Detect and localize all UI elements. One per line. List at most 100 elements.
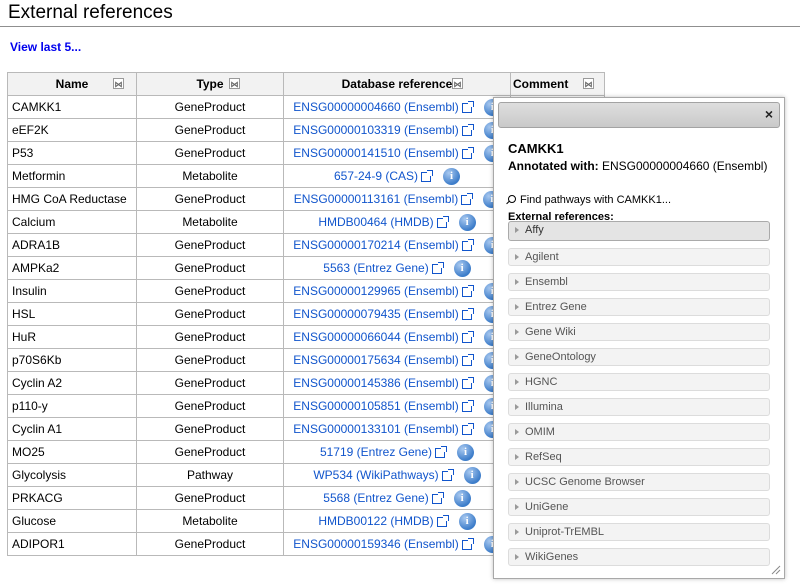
accordion-section-entrez-gene[interactable]: Entrez Gene xyxy=(508,298,770,316)
cell-dbref: ENSG00000113161 (Ensembl) i xyxy=(283,187,511,211)
cell-dbref: ENSG00000170214 (Ensembl)i xyxy=(283,233,511,257)
external-link-icon[interactable] xyxy=(461,538,474,550)
external-link-icon[interactable] xyxy=(461,285,474,297)
annotated-value: ENSG00000004660 (Ensembl) xyxy=(602,159,768,173)
external-link-icon[interactable] xyxy=(436,515,449,527)
find-pathways-label[interactable]: Find pathways with CAMKK1... xyxy=(520,194,671,206)
cell-dbref: ENSG00000159346 (Ensembl)i xyxy=(283,532,511,556)
external-link-icon[interactable] xyxy=(461,354,474,366)
accordion-section-label: Ensembl xyxy=(525,276,568,288)
database-reference-link[interactable]: ENSG00000113161 (Ensembl) xyxy=(294,192,459,206)
external-link-icon[interactable] xyxy=(431,262,444,274)
accordion-section-label: Gene Wiki xyxy=(525,326,576,338)
database-reference-link[interactable]: ENSG00000145386 (Ensembl) xyxy=(293,376,458,390)
column-header-name[interactable]: Name ⋈ xyxy=(7,72,137,96)
popup-titlebar[interactable]: × xyxy=(498,102,780,128)
cell-dbref: HMDB00464 (HMDB) i xyxy=(283,210,511,234)
info-icon[interactable]: i xyxy=(453,259,471,277)
accordion-section-hgnc[interactable]: HGNC xyxy=(508,373,770,391)
database-reference-link[interactable]: 5563 (Entrez Gene) xyxy=(323,261,428,275)
find-pathways-link[interactable]: Find pathways with CAMKK1... xyxy=(508,194,671,206)
triangle-right-icon xyxy=(515,279,519,286)
cell-name: p110-y xyxy=(7,394,137,418)
cell-type: GeneProduct xyxy=(136,279,284,303)
accordion-section-gene-wiki[interactable]: Gene Wiki xyxy=(508,323,770,341)
sort-icon[interactable]: ⋈ xyxy=(229,78,240,89)
cell-name: ADIPOR1 xyxy=(7,532,137,556)
database-reference-link[interactable]: ENSG00000129965 (Ensembl) xyxy=(293,284,458,298)
external-link-icon[interactable] xyxy=(461,331,474,343)
sort-icon[interactable]: ⋈ xyxy=(452,78,463,89)
column-header-dbref[interactable]: Database reference ⋈ xyxy=(283,72,511,96)
database-reference-link[interactable]: ENSG00000004660 (Ensembl) xyxy=(293,100,458,114)
external-link-icon[interactable] xyxy=(461,308,474,320)
info-icon[interactable]: i xyxy=(453,489,471,507)
database-reference-link[interactable]: ENSG00000066044 (Ensembl) xyxy=(293,330,458,344)
database-reference-link[interactable]: ENSG00000103319 (Ensembl) xyxy=(293,123,458,137)
cell-dbref: 5563 (Entrez Gene) i xyxy=(283,256,511,280)
info-icon[interactable]: i xyxy=(457,443,475,461)
accordion-section-affy[interactable]: Affy xyxy=(508,221,770,241)
external-link-icon[interactable] xyxy=(431,492,444,504)
info-icon[interactable]: i xyxy=(463,466,481,484)
cell-type: Pathway xyxy=(136,463,284,487)
external-link-icon[interactable] xyxy=(436,216,449,228)
accordion-section-wikigenes[interactable]: WikiGenes xyxy=(508,548,770,566)
database-reference-link[interactable]: ENSG00000141510 (Ensembl) xyxy=(293,146,458,160)
accordion-section-omim[interactable]: OMIM xyxy=(508,423,770,441)
cell-name: PRKACG xyxy=(7,486,137,510)
database-reference-link[interactable]: 657-24-9 (CAS) xyxy=(334,169,418,183)
accordion-section-geneontology[interactable]: GeneOntology xyxy=(508,348,770,366)
triangle-right-icon xyxy=(515,354,519,361)
close-icon[interactable]: × xyxy=(765,106,773,122)
external-link-icon[interactable] xyxy=(461,147,474,159)
database-reference-link[interactable]: ENSG00000170214 (Ensembl) xyxy=(293,238,458,252)
sort-icon[interactable]: ⋈ xyxy=(113,78,124,89)
external-link-icon[interactable] xyxy=(461,124,474,136)
external-link-icon[interactable] xyxy=(441,469,454,481)
database-reference-link[interactable]: ENSG00000133101 (Ensembl) xyxy=(293,422,458,436)
external-link-icon[interactable] xyxy=(461,400,474,412)
info-icon[interactable]: i xyxy=(443,167,461,185)
external-link-icon[interactable] xyxy=(421,170,434,182)
external-link-icon[interactable] xyxy=(461,377,474,389)
view-last-link[interactable]: View last 5... xyxy=(10,40,81,54)
accordion-section-unigene[interactable]: UniGene xyxy=(508,498,770,516)
cell-type: GeneProduct xyxy=(136,141,284,165)
magnifier-icon xyxy=(508,195,516,203)
accordion-section-label: HGNC xyxy=(525,376,558,388)
database-reference-link[interactable]: HMDB00464 (HMDB) xyxy=(318,215,433,229)
cell-name: Cyclin A1 xyxy=(7,417,137,441)
external-link-icon[interactable] xyxy=(461,193,474,205)
database-reference-link[interactable]: ENSG00000159346 (Ensembl) xyxy=(293,537,458,551)
triangle-right-icon xyxy=(515,379,519,386)
database-reference-link[interactable]: ENSG00000079435 (Ensembl) xyxy=(293,307,458,321)
accordion-section-ensembl[interactable]: Ensembl xyxy=(508,273,770,291)
page-header: External references xyxy=(0,0,800,27)
info-popup[interactable]: × CAMKK1 Annotated with: ENSG00000004660… xyxy=(493,97,785,579)
column-header-type[interactable]: Type ⋈ xyxy=(136,72,284,96)
database-reference-link[interactable]: 5568 (Entrez Gene) xyxy=(323,491,428,505)
database-reference-link[interactable]: WP534 (WikiPathways) xyxy=(313,468,438,482)
accordion-section-refseq[interactable]: RefSeq xyxy=(508,448,770,466)
accordion-section-label: UCSC Genome Browser xyxy=(525,476,645,488)
external-link-icon[interactable] xyxy=(461,423,474,435)
accordion-section-agilent[interactable]: Agilent xyxy=(508,248,770,266)
info-icon[interactable]: i xyxy=(458,512,476,530)
sort-icon[interactable]: ⋈ xyxy=(583,78,594,89)
column-header-comment[interactable]: Comment ⋈ xyxy=(510,72,605,96)
database-reference-link[interactable]: ENSG00000105851 (Ensembl) xyxy=(293,399,458,413)
external-link-icon[interactable] xyxy=(435,446,448,458)
database-reference-link[interactable]: HMDB00122 (HMDB) xyxy=(318,514,433,528)
external-link-icon[interactable] xyxy=(461,101,474,113)
database-reference-link[interactable]: 51719 (Entrez Gene) xyxy=(320,445,432,459)
database-reference-link[interactable]: ENSG00000175634 (Ensembl) xyxy=(293,353,458,367)
resize-handle-icon[interactable] xyxy=(771,565,781,575)
accordion-section-label: UniGene xyxy=(525,501,569,513)
accordion-section-uniprot-trembl[interactable]: Uniprot-TrEMBL xyxy=(508,523,770,541)
cell-type: GeneProduct xyxy=(136,256,284,280)
accordion-section-illumina[interactable]: Illumina xyxy=(508,398,770,416)
external-link-icon[interactable] xyxy=(461,239,474,251)
info-icon[interactable]: i xyxy=(458,213,476,231)
accordion-section-ucsc-genome-browser[interactable]: UCSC Genome Browser xyxy=(508,473,770,491)
